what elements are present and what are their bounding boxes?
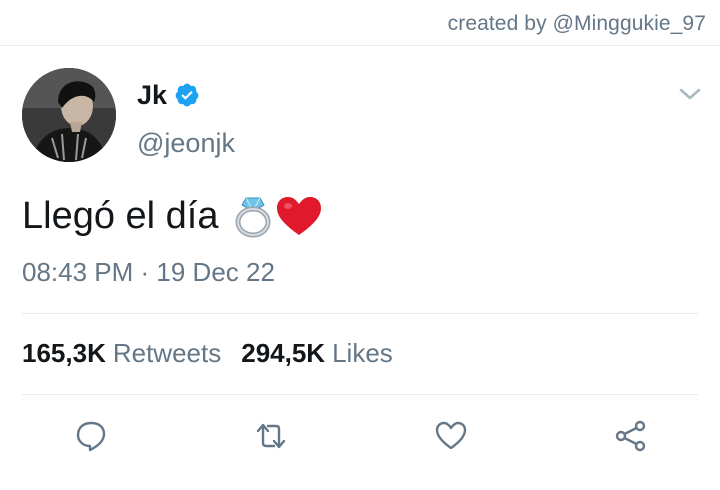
- share-icon: [615, 420, 646, 452]
- credit-divider: [0, 45, 720, 46]
- author-handle[interactable]: @jeonjk: [137, 128, 235, 159]
- ring-emoji: [235, 197, 270, 238]
- chevron-down-icon[interactable]: [678, 85, 702, 103]
- share-button[interactable]: [613, 418, 649, 454]
- heart-icon: [435, 421, 467, 450]
- avatar[interactable]: [22, 68, 116, 162]
- likes-label: Likes: [332, 338, 393, 368]
- retweet-icon: [256, 423, 286, 449]
- credit-caption: created by @Minggukie_97: [447, 12, 706, 35]
- tweet-page: created by @Minggukie_97 Jk @jeonjk Lleg…: [0, 0, 720, 490]
- retweets-stat[interactable]: 165,3K Retweets: [22, 338, 221, 369]
- red-heart-emoji: [276, 197, 321, 235]
- reply-button[interactable]: [73, 418, 109, 454]
- retweet-button[interactable]: [253, 418, 289, 454]
- tweet-timestamp[interactable]: 08:43 PM · 19 Dec 22: [22, 257, 275, 288]
- like-button[interactable]: [433, 418, 469, 454]
- verified-badge-icon: [175, 83, 199, 107]
- tweet-text: Llegó el día: [22, 194, 323, 238]
- reply-icon: [76, 421, 106, 452]
- retweets-label: Retweets: [112, 338, 222, 368]
- likes-count: 294,5K: [241, 338, 326, 368]
- tweet-stats: 165,3K Retweets 294,5K Likes: [22, 338, 393, 369]
- stats-top-divider: [22, 313, 698, 314]
- tweet-text-content: Llegó el día: [22, 194, 219, 237]
- author-name[interactable]: Jk: [137, 80, 167, 111]
- stats-bottom-divider: [22, 394, 698, 395]
- likes-stat[interactable]: 294,5K Likes: [241, 338, 393, 369]
- retweets-count: 165,3K: [22, 338, 106, 368]
- avatar-photo: [22, 68, 116, 162]
